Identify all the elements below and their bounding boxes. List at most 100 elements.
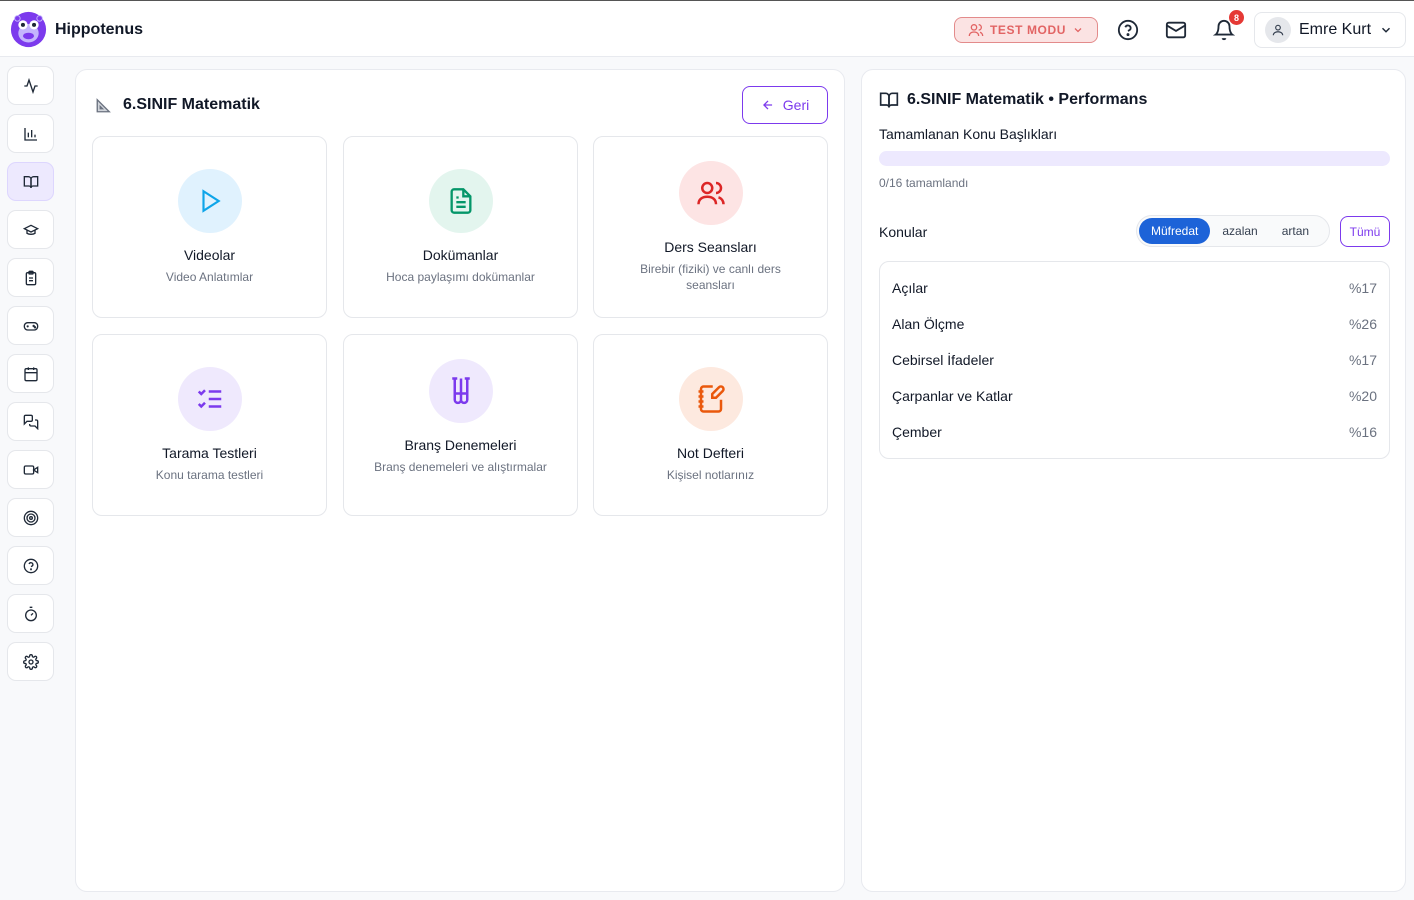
card-videos[interactable]: Videolar Video Anlatımlar — [92, 136, 327, 318]
card-icon-circle — [177, 169, 242, 233]
list-item[interactable]: Açılar %17 — [880, 270, 1389, 306]
brand[interactable]: Hippotenus — [10, 11, 143, 48]
mail-icon — [1165, 21, 1187, 39]
video-icon — [23, 464, 38, 475]
list-item[interactable]: Alan Ölçme %26 — [880, 306, 1389, 342]
card-title: Ders Seansları — [664, 239, 757, 255]
completion-status: 0/16 tamamlandı — [879, 176, 969, 190]
card-branch-exams[interactable]: Branş Denemeleri Branş denemeleri ve alı… — [343, 334, 578, 516]
page-title: 6.SINIF Matematik — [123, 96, 260, 113]
sidebar-item-messages[interactable] — [7, 402, 54, 441]
users-icon — [968, 24, 984, 37]
sidebar-item-settings[interactable] — [7, 642, 54, 681]
card-title: Not Defteri — [677, 445, 744, 461]
sidebar-item-lessons[interactable] — [7, 162, 54, 201]
sidebar-item-assignments[interactable] — [7, 258, 54, 297]
settings-icon — [22, 653, 39, 670]
list-checks-icon — [197, 389, 221, 409]
card-subtitle: Konu tarama testleri — [155, 468, 264, 482]
help-circle-icon — [1117, 19, 1139, 41]
book-open-icon — [879, 92, 899, 108]
test-tubes-icon — [451, 377, 470, 405]
topic-name: Alan Ölçme — [892, 316, 965, 332]
test-mode-dropdown[interactable]: TEST MODU — [954, 17, 1098, 43]
list-item[interactable]: Çarpanlar ve Katlar %20 — [880, 378, 1389, 414]
card-subtitle: Birebir (fiziki) ve canlı ders seansları — [640, 262, 781, 292]
book-open-icon — [23, 175, 38, 188]
list-item[interactable]: Cebirsel İfadeler %17 — [880, 342, 1389, 378]
topic-name: Cebirsel İfadeler — [892, 352, 994, 368]
completion-progress-bar — [879, 151, 1390, 166]
sidebar — [7, 66, 55, 690]
play-icon — [201, 189, 221, 213]
help-circle-icon — [23, 558, 38, 573]
card-title: Tarama Testleri — [162, 445, 257, 461]
timer-icon — [24, 606, 37, 621]
hippo-logo-icon — [10, 11, 47, 48]
card-title: Videolar — [183, 247, 236, 263]
performance-title: 6.SINIF Matematik • Performans — [907, 91, 1148, 108]
sidebar-item-timer[interactable] — [7, 594, 54, 633]
topic-name: Çember — [892, 424, 942, 440]
avatar — [1265, 17, 1291, 43]
card-title: Dokümanlar — [422, 247, 499, 263]
card-title: Branş Denemeleri — [404, 437, 517, 453]
sort-option-descending[interactable]: azalan — [1210, 218, 1269, 244]
card-icon-circle — [177, 367, 242, 431]
card-documents[interactable]: Dokümanlar Hoca paylaşımı dokümanlar — [343, 136, 578, 318]
top-bar: Hippotenus TEST MODU 8 Emre Kurt — [0, 0, 1414, 57]
sidebar-item-activity[interactable] — [7, 66, 54, 105]
sidebar-item-video[interactable] — [7, 450, 54, 489]
sidebar-item-courses[interactable] — [7, 210, 54, 249]
card-subtitle: Branş denemeleri ve alıştırmalar — [374, 460, 547, 474]
topic-name: Çarpanlar ve Katlar — [892, 388, 1013, 404]
topic-percent: %17 — [1348, 280, 1377, 296]
back-button[interactable]: Geri — [742, 86, 828, 124]
file-text-icon — [450, 188, 471, 214]
triangle-ruler-icon — [96, 98, 111, 113]
topic-name: Açılar — [892, 280, 928, 296]
card-notebook[interactable]: Not Defteri Kişisel notlarınız — [593, 334, 828, 516]
sidebar-item-goals[interactable] — [7, 498, 54, 537]
topic-percent: %20 — [1348, 388, 1377, 404]
gamepad-icon — [23, 321, 38, 331]
user-menu[interactable]: Emre Kurt — [1254, 12, 1406, 48]
sidebar-item-help[interactable] — [7, 546, 54, 585]
lesson-panel: 6.SINIF Matematik Geri Videolar Video An… — [75, 69, 845, 892]
notification-badge: 8 — [1229, 10, 1244, 25]
topic-percent: %17 — [1348, 352, 1377, 368]
card-sessions[interactable]: Ders Seansları Birebir (fiziki) ve canlı… — [593, 136, 828, 318]
test-mode-label: TEST MODU — [989, 23, 1067, 37]
target-icon — [23, 510, 38, 525]
sort-toggle: Müfredat azalan artan — [1136, 215, 1330, 247]
topics-label: Konular — [879, 224, 928, 240]
arrow-left-icon — [762, 100, 772, 110]
show-all-button[interactable]: Tümü — [1340, 216, 1390, 247]
list-item[interactable]: Çember %16 — [880, 414, 1389, 450]
graduation-cap-icon — [22, 224, 39, 235]
card-screening-tests[interactable]: Tarama Testleri Konu tarama testleri — [92, 334, 327, 516]
chevron-down-icon — [1382, 27, 1391, 33]
sort-option-curriculum[interactable]: Müfredat — [1139, 218, 1211, 244]
activity-icon — [23, 77, 38, 94]
back-label: Geri — [782, 97, 810, 113]
card-subtitle: Video Anlatımlar — [165, 270, 254, 284]
topic-list: Açılar %17 Alan Ölçme %26 Cebirsel İfade… — [879, 261, 1390, 459]
sort-option-ascending[interactable]: artan — [1270, 218, 1321, 244]
sidebar-item-stats[interactable] — [7, 114, 54, 153]
sidebar-item-games[interactable] — [7, 306, 54, 345]
card-icon-circle — [428, 359, 493, 423]
card-subtitle: Hoca paylaşımı dokümanlar — [386, 270, 535, 284]
card-subtitle: Kişisel notlarınız — [666, 468, 755, 482]
performance-panel: 6.SINIF Matematik • Performans Tamamlana… — [861, 69, 1406, 892]
messages-button[interactable] — [1164, 18, 1188, 42]
performance-header: 6.SINIF Matematik • Performans — [879, 90, 1147, 110]
help-button[interactable] — [1116, 18, 1140, 42]
sidebar-item-calendar[interactable] — [7, 354, 54, 393]
calendar-icon — [23, 366, 38, 381]
chevron-down-icon — [1074, 28, 1082, 33]
lesson-header: 6.SINIF Matematik — [95, 96, 260, 114]
user-name: Emre Kurt — [1299, 21, 1372, 38]
clipboard-icon — [25, 270, 36, 285]
messages-icon — [23, 414, 38, 430]
